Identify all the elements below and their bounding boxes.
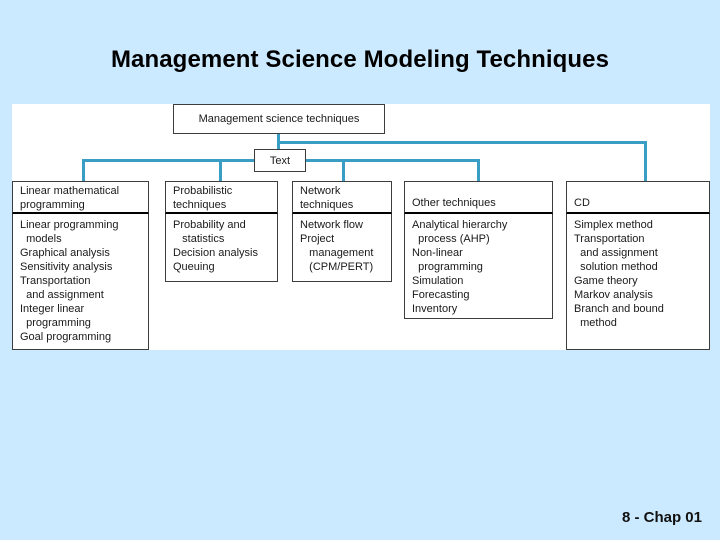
category-body: Simplex method Transportation and assign… [566,214,710,350]
category-body: Network flow Project management (CPM/PER… [292,214,392,282]
connector-drop-col-2 [342,159,345,182]
slide-footer: 8 - Chap 01 [621,509,702,526]
connector-drop-col-0 [82,159,85,182]
category-header: Network techniques [292,181,392,214]
page-title: Management Science Modeling Techniques [110,46,610,73]
node-management-science-techniques[interactable]: Management science techniques [173,104,385,134]
connector-drop-col-1 [219,159,222,182]
list-item: Game theory [574,275,638,287]
category-header: CD [566,181,710,214]
category-column-other-techniques: Other techniques Analytical hierarchy pr… [404,181,553,319]
connector-lower-bus-right [305,159,480,162]
list-item: Non-linear programming [412,247,483,273]
list-item: Sensitivity analysis [20,261,113,273]
category-body: Analytical hierarchy process (AHP) Non-l… [404,214,553,319]
list-item: Network flow [300,219,363,231]
list-item: Branch and bound method [574,303,664,329]
list-item: Transportation and assignment [20,275,104,301]
category-body: Probability and statistics Decision anal… [165,214,278,282]
connector-drop-col-3 [477,159,480,182]
list-item: Transportation and assignment solution m… [574,233,658,273]
list-item: Goal programming [20,331,112,343]
list-item: Linear programming models [20,219,119,245]
category-header: Linear mathematical programming [12,181,149,214]
list-item: Inventory [412,303,458,315]
list-item: Simulation [412,275,464,287]
connector-upper-bus [277,141,647,144]
list-item: Decision analysis [173,247,258,259]
list-item: Graphical analysis [20,247,110,259]
connector-drop-col-4 [644,141,647,182]
category-column-cd: CD Simplex method Transportation and ass… [566,181,710,350]
connector-lower-bus-left [82,159,257,162]
node-text[interactable]: Text [254,149,306,172]
list-item: Probability and statistics [173,219,246,245]
list-item: Analytical hierarchy process (AHP) [412,219,508,245]
list-item: Forecasting [412,289,470,301]
category-column-linear-mathematical-programming: Linear mathematical programming Linear p… [12,181,149,350]
category-column-probabilistic-techniques: Probabilistic techniques Probability and… [165,181,278,282]
list-item: Simplex method [574,219,653,231]
category-column-network-techniques: Network techniques Network flow Project … [292,181,392,282]
list-item: Queuing [173,261,215,273]
category-body: Linear programming models Graphical anal… [12,214,149,350]
category-header: Probabilistic techniques [165,181,278,214]
category-header: Other techniques [404,181,553,214]
list-item: Integer linear programming [20,303,91,329]
list-item: Markov analysis [574,289,653,301]
list-item: Project management (CPM/PERT) [300,233,374,273]
